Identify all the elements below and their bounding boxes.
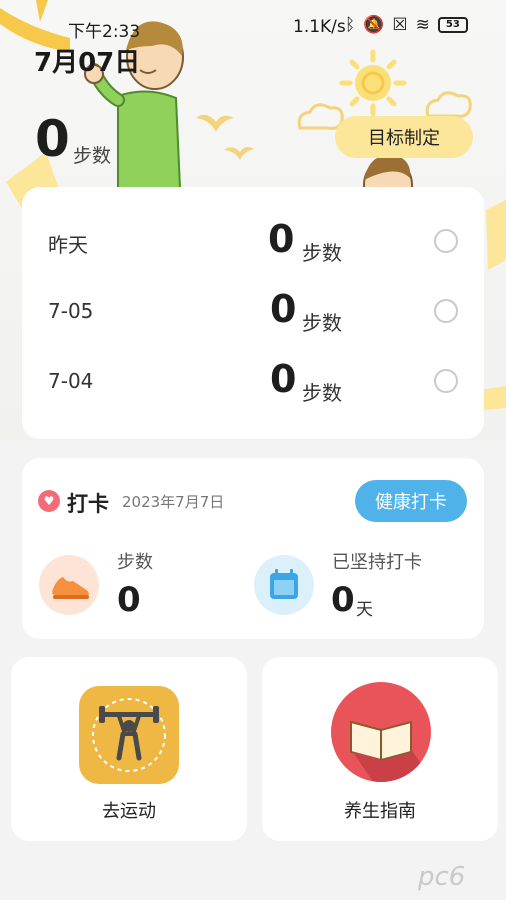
- step-history-card: 昨天 0 步数 7-05 0 步数 7-04 0 步数: [22, 187, 484, 439]
- history-row[interactable]: 7-05 0 步数: [22, 257, 484, 335]
- history-radio[interactable]: [434, 299, 458, 323]
- sun-icon: [339, 49, 407, 117]
- history-row[interactable]: 昨天 0 步数: [22, 187, 484, 265]
- history-date: 昨天: [48, 233, 88, 257]
- weightlifting-icon: [79, 686, 179, 784]
- streak-value: 0: [331, 580, 355, 620]
- shoe-icon: [39, 555, 99, 615]
- battery-icon: 53: [437, 17, 468, 33]
- history-radio[interactable]: [434, 229, 458, 253]
- streak-label: 已坚持打卡: [332, 552, 422, 573]
- today-steps-value: 0: [35, 110, 70, 168]
- wifi-icon: ≋: [415, 15, 430, 35]
- exercise-label: 去运动: [102, 801, 156, 822]
- checkin-card: ♥ 打卡 2023年7月7日 健康打卡 步数 0 已坚持打卡 0 天: [22, 458, 484, 639]
- goal-setting-button[interactable]: 目标制定: [335, 116, 473, 158]
- bird-icon: [196, 114, 254, 160]
- bluetooth-icon: ᛒ: [345, 15, 356, 35]
- sim-icon: ☒: [392, 15, 408, 35]
- health-checkin-button[interactable]: 健康打卡: [355, 480, 467, 522]
- network-speed: 1.1K/s: [293, 17, 346, 37]
- history-radio[interactable]: [434, 369, 458, 393]
- heart-icon: ♥: [38, 490, 60, 512]
- today-steps-unit: 步数: [73, 145, 112, 167]
- watermark-logo: pc6: [418, 862, 466, 892]
- history-row[interactable]: 7-04 0 步数: [22, 327, 484, 405]
- health-guide-tile[interactable]: 养生指南: [262, 657, 498, 841]
- checkin-date: 2023年7月7日: [122, 493, 225, 511]
- checkin-title: 打卡: [67, 492, 109, 516]
- status-bar: 下午2:33 1.1K/s ᛒ 🔕 ☒ ≋ 53: [0, 0, 506, 48]
- exercise-tile[interactable]: 去运动: [11, 657, 247, 841]
- date-title: 7月07日: [34, 48, 141, 78]
- mute-icon: 🔕: [363, 15, 385, 35]
- calendar-icon: [254, 555, 314, 615]
- book-icon: [331, 682, 431, 782]
- streak-unit: 天: [356, 600, 373, 620]
- history-steps-value: 0: [268, 217, 295, 261]
- history-date: 7-04: [48, 369, 94, 393]
- history-steps-value: 0: [270, 357, 297, 401]
- history-date: 7-05: [48, 299, 94, 323]
- steps-label: 步数: [117, 552, 153, 573]
- status-time: 下午2:33: [68, 22, 141, 42]
- health-guide-label: 养生指南: [344, 801, 416, 822]
- steps-value: 0: [117, 580, 141, 620]
- history-steps-value: 0: [270, 287, 297, 331]
- history-steps-unit: 步数: [302, 381, 342, 405]
